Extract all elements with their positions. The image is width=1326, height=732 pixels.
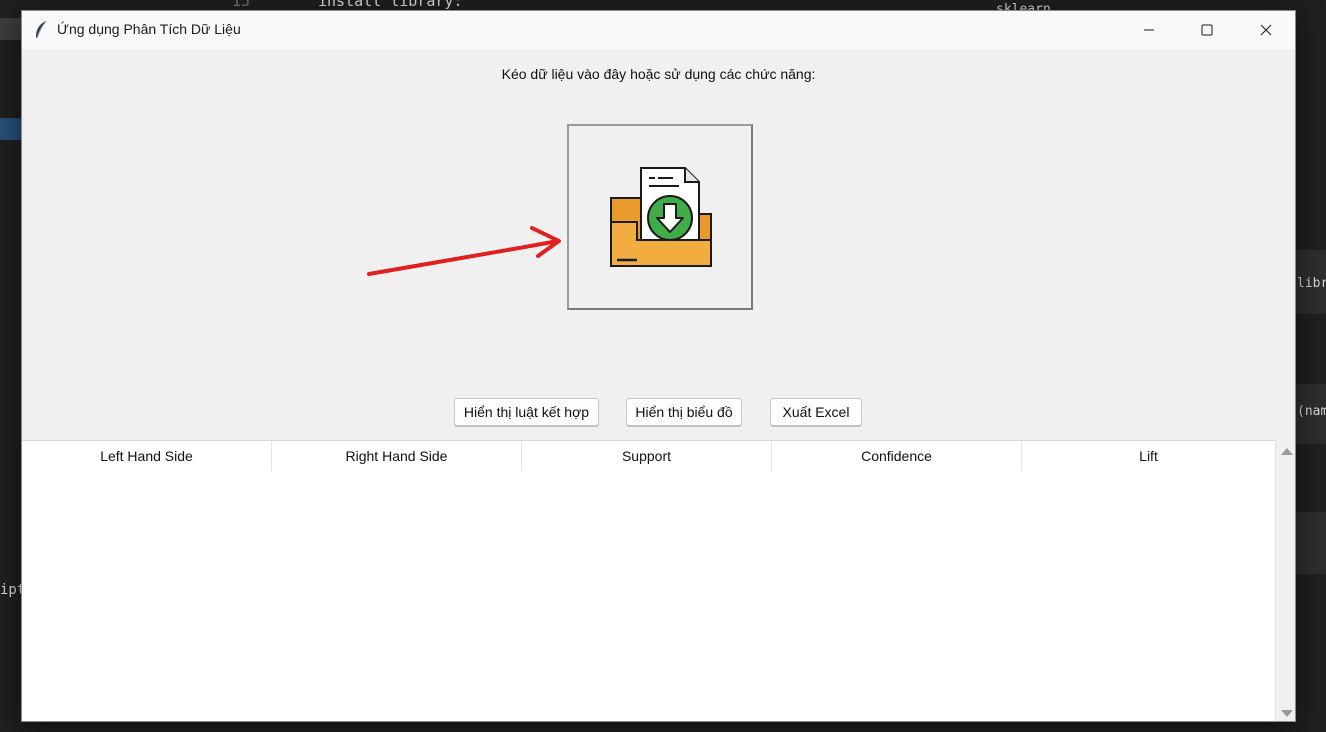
red-arrow-annotation xyxy=(367,226,561,276)
column-header-lift[interactable]: Lift xyxy=(1022,441,1275,471)
background-sidebar-strip xyxy=(0,18,21,40)
window-title: Ứng dụng Phân Tích Dữ Liệu xyxy=(57,21,241,37)
instruction-label: Kéo dữ liệu vào đây hoặc sử dụng các chứ… xyxy=(501,66,816,82)
title-bar[interactable]: Ứng dụng Phân Tích Dữ Liệu xyxy=(22,11,1295,49)
column-header-support[interactable]: Support xyxy=(522,441,772,471)
app-window: Ứng dụng Phân Tích Dữ Liệu Kéo dữ liệu v… xyxy=(21,10,1296,722)
background-snippet-nam: (nam xyxy=(1297,404,1326,419)
table-header: Left Hand Side Right Hand Side Support C… xyxy=(22,441,1275,473)
background-code-line: install library: xyxy=(318,0,463,10)
table-scrollbar[interactable] xyxy=(1275,440,1295,721)
show-chart-button[interactable]: Hiển thị biểu đồ xyxy=(626,398,742,426)
minimize-button[interactable] xyxy=(1120,11,1178,49)
scroll-down-arrow-icon[interactable] xyxy=(1281,710,1293,717)
background-sidebar-highlight xyxy=(0,118,21,140)
results-table[interactable]: Left Hand Side Right Hand Side Support C… xyxy=(22,440,1275,721)
feather-icon xyxy=(34,20,48,40)
column-header-lhs[interactable]: Left Hand Side xyxy=(22,441,272,471)
close-button[interactable] xyxy=(1237,11,1295,49)
drop-zone[interactable] xyxy=(567,124,753,310)
export-excel-button[interactable]: Xuất Excel xyxy=(770,398,862,426)
column-header-rhs[interactable]: Right Hand Side xyxy=(272,441,522,471)
scroll-up-arrow-icon[interactable] xyxy=(1281,448,1293,455)
show-rules-button[interactable]: Hiển thị luật kết hợp xyxy=(454,398,599,426)
column-header-confidence[interactable]: Confidence xyxy=(772,441,1022,471)
maximize-button[interactable] xyxy=(1178,11,1236,49)
background-snippet-libr: libr xyxy=(1297,276,1326,291)
background-right-strip-3 xyxy=(1296,512,1326,574)
folder-download-icon xyxy=(610,167,712,267)
maximize-icon xyxy=(1201,24,1213,36)
minimize-icon xyxy=(1144,29,1154,31)
background-line-number: 15 xyxy=(232,0,251,10)
close-icon xyxy=(1260,24,1272,36)
